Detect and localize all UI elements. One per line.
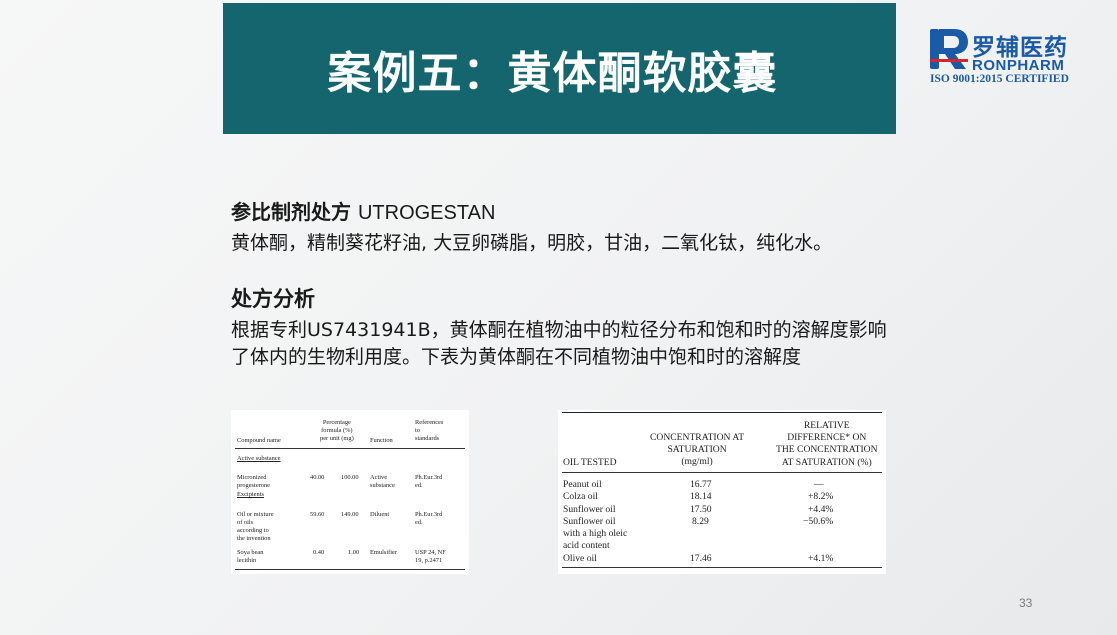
logo-english-name: RONPHARM [972,57,1065,74]
row-high-oleic-difference: −50.6% [803,516,834,527]
row-progesterone-function: Active substance [370,474,395,489]
row-peanut-concentration: 16.77 [690,479,712,490]
row-colza-concentration: 18.14 [690,491,712,502]
header-relative-difference: RELATIVE DIFFERENCE* ON THE CONCENTRATIO… [776,420,878,468]
formula-composition-table: Percentage formula (%) per unit (mg) Ref… [231,410,469,574]
table-rule [235,448,465,449]
header-compound: Compound name [237,437,281,444]
row-oil-mg: 149.00 [341,511,359,518]
row-olive-difference: +4.1% [808,553,834,564]
page-number: 33 [1019,596,1033,610]
header-oil-tested: OIL TESTED [563,457,617,468]
row-lecithin-reference: USP 24, NF 19, p.2471 [415,549,446,564]
row-peanut-difference: — [814,479,824,490]
section-excipients: Excipients [237,491,264,498]
formula-analysis-text: 根据专利US7431941B，黄体酮在植物油中的粒径分布和饱和时的溶解度影响了体… [231,319,887,368]
row-progesterone-name: Micronized progesterone [237,474,271,489]
row-progesterone-percent: 40.00 [310,474,325,481]
header-percentage: Percentage formula (%) per unit (mg) [320,419,354,442]
row-oil-name: Oil or mixture of oils according to the … [237,511,274,542]
row-lecithin-function: Emulsifier [370,549,397,556]
ronpharm-r-icon [930,29,968,69]
slide-title: 案例五：黄体酮软胶囊 [327,47,778,99]
header-concentration: CONCENTRATION AT SATURATION (mg/ml) [650,432,745,468]
table-rule [562,472,882,473]
row-colza-oil: Colza oil [563,491,598,502]
reference-product-name: UTROGESTAN [357,202,496,224]
row-high-oleic-sunflower-oil: Sunflower oil with a high oleic acid con… [563,516,628,552]
slide-content: 参比制剂处方 UTROGESTAN 黄体酮，精制葵花籽油, 大豆卵磷脂，明胶，甘… [231,198,901,371]
reference-formula-heading-cn: 参比制剂处方 [231,200,351,224]
title-banner: 案例五：黄体酮软胶囊 [223,3,896,134]
row-peanut-oil: Peanut oil [563,479,602,490]
row-oil-reference: Ph.Eur.3rd ed. [415,511,443,526]
table-rule [235,569,465,570]
solubility-table: RELATIVE DIFFERENCE* ON THE CONCENTRATIO… [558,410,886,574]
row-lecithin-percent: 0.40 [313,549,325,556]
row-olive-concentration: 17.46 [690,553,712,564]
row-progesterone-mg: 100.00 [341,474,359,481]
formula-analysis-heading: 处方分析 [231,287,315,311]
table-rule [562,567,882,568]
row-colza-difference: +8.2% [808,491,834,502]
row-lecithin-name: Soya bean lecithin [237,549,264,564]
row-olive-oil: Olive oil [563,553,597,564]
row-oil-percent: 59.60 [310,511,325,518]
section-active-substance: Active substance [237,455,281,462]
row-sunflower-oil: Sunflower oil [563,504,616,515]
company-logo: 罗辅医药 RONPHARM ISO 9001:2015 CERTIFIED [928,26,1090,90]
reference-formula-heading: 参比制剂处方 UTROGESTAN [231,198,901,227]
table-rule [562,412,882,413]
row-sunflower-concentration: 17.50 [690,504,712,515]
header-references: References to standards [415,419,444,442]
formula-ingredients: 黄体酮，精制葵花籽油, 大豆卵磷脂，明胶，甘油，二氧化钛，纯化水。 [231,232,833,254]
header-function: Function [370,437,393,444]
row-sunflower-difference: +4.4% [808,504,834,515]
logo-certification: ISO 9001:2015 CERTIFIED [930,73,1069,85]
row-progesterone-reference: Ph.Eur.3rd ed. [415,474,443,489]
row-high-oleic-concentration: 8.29 [692,516,709,527]
row-lecithin-mg: 1.00 [348,549,360,556]
row-oil-function: Diluent [370,511,390,518]
